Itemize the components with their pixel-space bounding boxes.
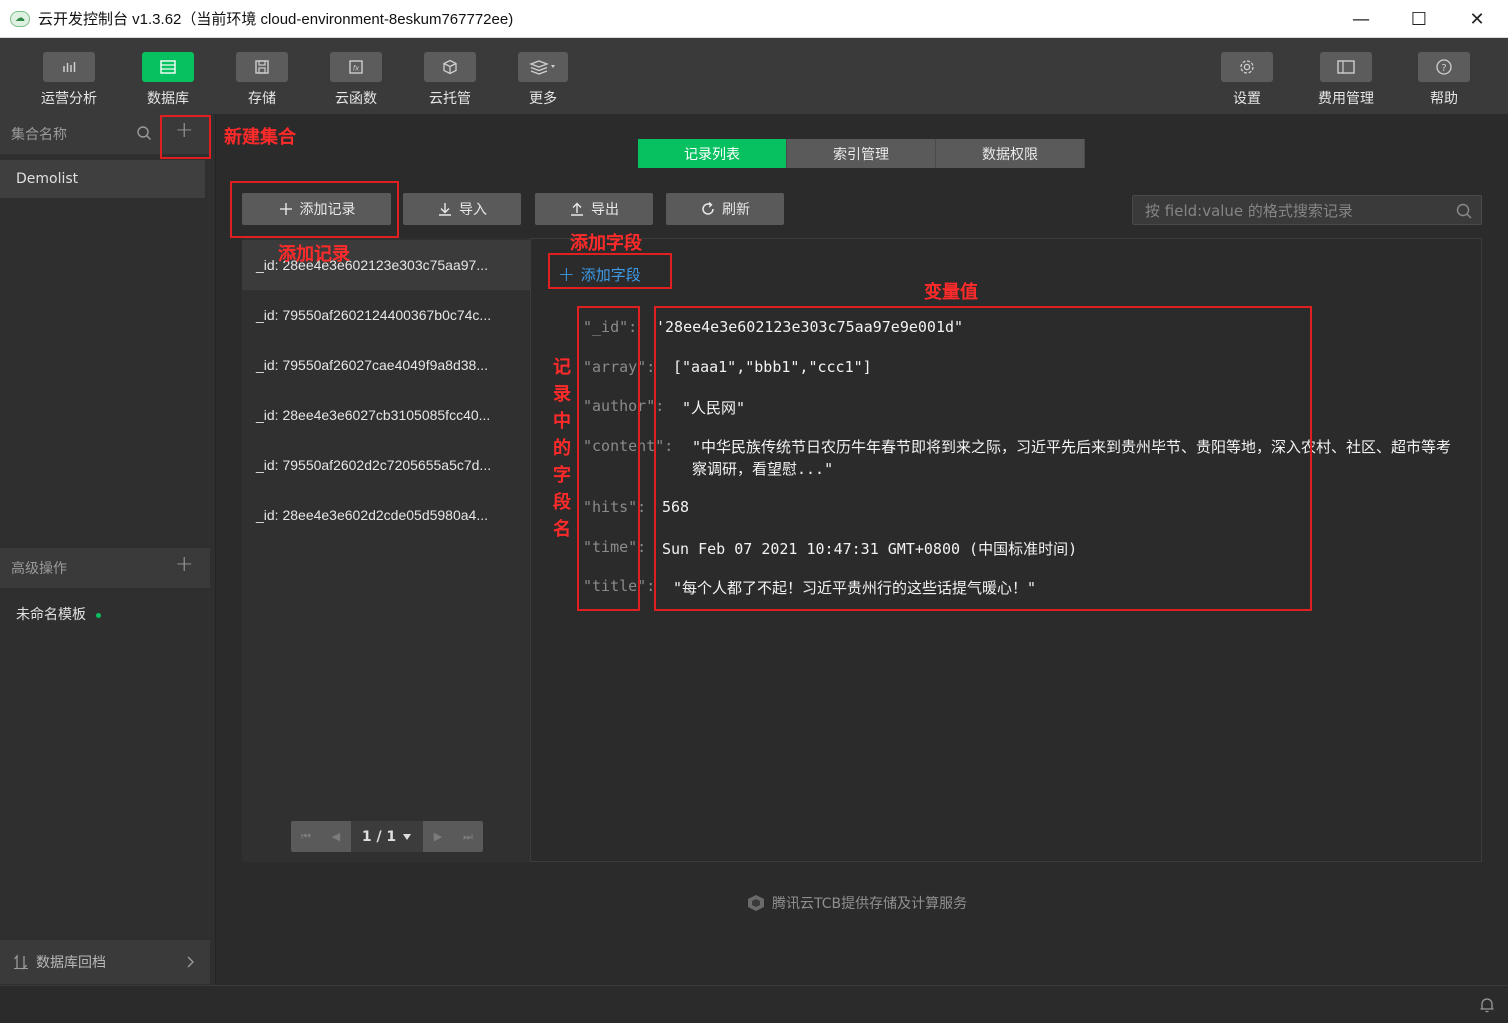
sort-icon xyxy=(14,954,28,970)
annotation-box xyxy=(230,181,399,238)
function-icon: fx xyxy=(330,52,382,82)
refresh-button[interactable]: 刷新 xyxy=(666,193,784,225)
close-button[interactable]: ✕ xyxy=(1448,0,1506,38)
collections-header-label: 集合名称 xyxy=(11,127,67,143)
annotation-values: 变量值 xyxy=(924,282,978,303)
page-indicator: 1 / 1 xyxy=(361,828,397,845)
tab-permissions[interactable]: 数据权限 xyxy=(936,139,1085,168)
annotation-new-collection: 新建集合 xyxy=(224,127,296,148)
search-icon[interactable] xyxy=(136,125,152,141)
database-tabs: 记录列表 索引管理 数据权限 xyxy=(638,139,1085,168)
annotation-box xyxy=(654,306,1312,611)
caret-down-icon xyxy=(403,833,412,840)
record-list: _id: 28ee4e3e602123e303c75aa97... _id: 7… xyxy=(242,238,531,862)
app-logo-icon: ☁ xyxy=(10,10,30,27)
toolbar-label: 运营分析 xyxy=(41,91,97,107)
toolbar-billing[interactable]: 费用管理 xyxy=(1306,52,1386,108)
search-placeholder: 按 field:value 的格式搜索记录 xyxy=(1145,201,1353,220)
toolbar-functions[interactable]: fx 云函数 xyxy=(316,52,396,108)
collection-sidebar: 集合名称 + Demolist 高级操作 + 未命名模板 数据库回档 xyxy=(0,114,216,985)
record-item[interactable]: _id: 79550af2602d2c7205655a5c7d... xyxy=(242,440,530,490)
next-page-icon[interactable]: ▶ xyxy=(423,821,453,852)
chart-icon xyxy=(43,52,95,82)
powered-by: 腾讯云TCB提供存储及计算服务 xyxy=(746,893,967,913)
toolbar-storage[interactable]: 存储 xyxy=(222,52,302,108)
powered-by-label: 腾讯云TCB提供存储及计算服务 xyxy=(772,896,968,912)
toolbar-database[interactable]: 数据库 xyxy=(128,52,208,108)
tab-records[interactable]: 记录列表 xyxy=(638,139,787,168)
import-button[interactable]: 导入 xyxy=(403,193,521,225)
last-page-icon[interactable]: ⏭ xyxy=(453,821,483,852)
database-icon xyxy=(142,52,194,82)
status-bar xyxy=(0,985,1508,1023)
toolbar-settings[interactable]: 设置 xyxy=(1207,52,1287,108)
toolbar-label: 云函数 xyxy=(335,91,377,107)
annotation-box xyxy=(548,253,672,289)
chevron-right-icon xyxy=(187,956,194,968)
billing-icon xyxy=(1320,52,1372,82)
upload-icon xyxy=(571,202,583,216)
toolbar-analytics[interactable]: 运营分析 xyxy=(29,52,109,108)
bell-icon[interactable] xyxy=(1478,996,1496,1014)
record-item[interactable]: _id: 28ee4e3e6027cb3105085fcc40... xyxy=(242,390,530,440)
layers-icon xyxy=(518,52,568,82)
toolbar-label: 更多 xyxy=(529,91,557,107)
toolbar-label: 数据库 xyxy=(147,91,189,107)
status-dot-icon xyxy=(96,612,101,618)
annotation-box xyxy=(160,115,211,159)
svg-text:fx: fx xyxy=(353,65,360,73)
advanced-header: 高级操作 + xyxy=(0,548,210,588)
add-template-button[interactable]: + xyxy=(175,552,193,577)
tab-indexes[interactable]: 索引管理 xyxy=(787,139,936,168)
annotation-field-names: 记录中的字段名 xyxy=(553,357,571,540)
record-search-input[interactable]: 按 field:value 的格式搜索记录 xyxy=(1132,195,1482,225)
maximize-button[interactable]: ☐ xyxy=(1390,0,1448,38)
export-label: 导出 xyxy=(591,202,619,218)
export-button[interactable]: 导出 xyxy=(535,193,653,225)
page-select[interactable]: 1 / 1 xyxy=(351,821,423,852)
toolbar-label: 帮助 xyxy=(1430,91,1458,107)
toolbar-label: 费用管理 xyxy=(1318,91,1374,107)
first-page-icon[interactable]: ⏮ xyxy=(291,821,321,852)
template-item[interactable]: 未命名模板 xyxy=(0,595,205,633)
toolbar-label: 云托管 xyxy=(429,91,471,107)
prev-page-icon[interactable]: ◀ xyxy=(321,821,351,852)
tcb-logo-icon xyxy=(748,895,764,911)
annotation-add-record: 添加记录 xyxy=(278,244,350,265)
rollback-label: 数据库回档 xyxy=(36,955,106,971)
cube-icon xyxy=(424,52,476,82)
refresh-icon xyxy=(702,201,714,215)
download-icon xyxy=(439,203,451,216)
advanced-header-label: 高级操作 xyxy=(11,561,67,577)
toolbar-label: 设置 xyxy=(1233,91,1261,107)
record-item[interactable]: _id: 28ee4e3e602d2cde05d5980a4... xyxy=(242,490,530,540)
collection-item[interactable]: Demolist xyxy=(0,160,205,198)
svg-text:?: ? xyxy=(1441,63,1446,74)
database-rollback[interactable]: 数据库回档 xyxy=(0,940,210,984)
main-toolbar: 运营分析 数据库 存储 fx 云函数 云托管 更多 设置 费用管理 ? 帮助 xyxy=(0,38,1508,114)
refresh-label: 刷新 xyxy=(722,202,750,218)
title-bar: ☁ 云开发控制台 v1.3.62（当前环境 cloud-environment-… xyxy=(0,0,1508,38)
gear-icon xyxy=(1221,52,1273,82)
import-label: 导入 xyxy=(459,202,487,218)
annotation-box xyxy=(577,306,640,611)
save-icon xyxy=(236,52,288,82)
toolbar-label: 存储 xyxy=(248,91,276,107)
help-icon: ? xyxy=(1418,52,1470,82)
window-title: 云开发控制台 v1.3.62（当前环境 cloud-environment-8e… xyxy=(38,11,514,28)
annotation-add-field: 添加字段 xyxy=(570,233,642,254)
record-item[interactable]: _id: 79550af2602124400367b0c74c... xyxy=(242,290,530,340)
template-label: 未命名模板 xyxy=(16,607,86,623)
toolbar-help[interactable]: ? 帮助 xyxy=(1404,52,1484,108)
search-icon[interactable] xyxy=(1455,202,1473,220)
toolbar-more[interactable]: 更多 xyxy=(503,52,583,108)
record-item[interactable]: _id: 79550af26027cae4049f9a8d38... xyxy=(242,340,530,390)
toolbar-cloud-hosting[interactable]: 云托管 xyxy=(410,52,490,108)
minimize-button[interactable]: — xyxy=(1332,0,1390,38)
pagination: ⏮ ◀ 1 / 1 ▶ ⏭ xyxy=(291,821,483,852)
